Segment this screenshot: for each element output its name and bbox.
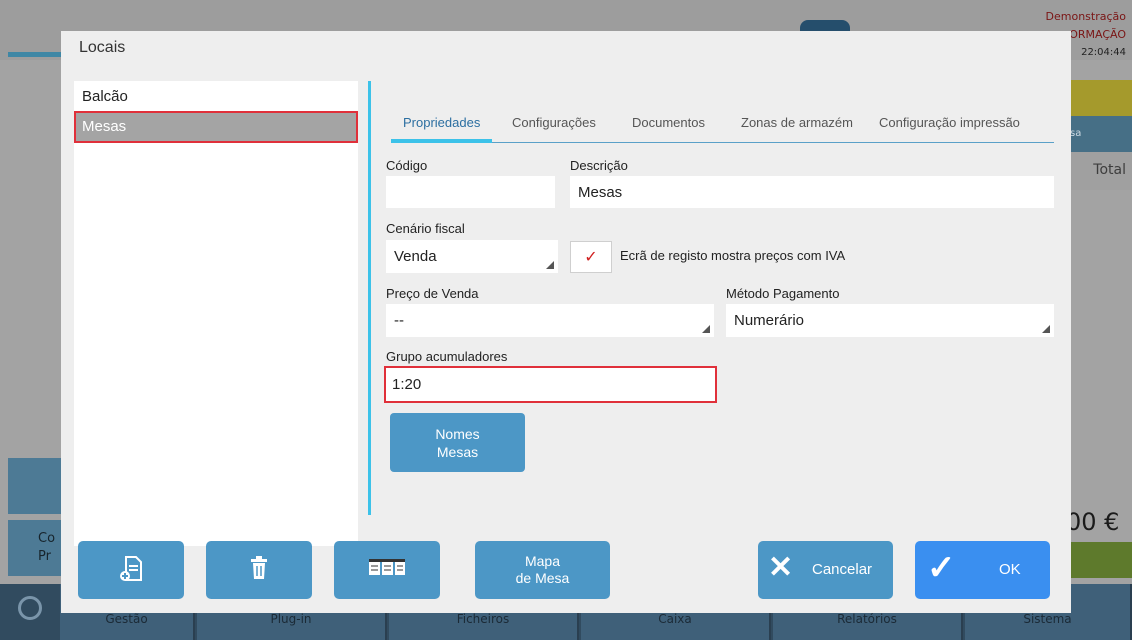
delete-location-button[interactable] — [206, 541, 312, 599]
codigo-field[interactable] — [386, 176, 555, 208]
preco-venda-select[interactable]: -- — [386, 304, 714, 337]
tab-configuracoes[interactable]: Configurações — [512, 115, 596, 130]
background-yellow-button — [1070, 80, 1132, 116]
nomes-mesas-line1: Nomes — [435, 426, 480, 442]
new-document-icon — [78, 555, 184, 590]
iva-checkbox[interactable]: ✓ — [570, 241, 612, 273]
dropdown-triangle-icon — [702, 325, 710, 333]
columns-icon — [334, 555, 440, 588]
location-item-mesas[interactable]: Mesas — [74, 111, 358, 143]
mapa-line1: Mapa — [524, 553, 561, 569]
background-side-tab: sa — [1070, 116, 1132, 152]
mapa-de-mesa-button[interactable]: Mapa de Mesa — [475, 541, 610, 599]
grupo-acumuladores-field[interactable]: 1:20 — [384, 366, 717, 403]
tab-bar: Propriedades Configurações Documentos Zo… — [391, 113, 1054, 143]
ok-label: OK — [999, 561, 1021, 578]
ok-button[interactable]: ✓ OK — [915, 541, 1050, 599]
preco-venda-label: Preço de Venda — [386, 286, 479, 301]
mapa-line2: de Mesa — [515, 570, 570, 586]
tab-configuracao-impressao[interactable]: Configuração impressão — [879, 115, 1020, 130]
background-total-header: Total — [1070, 152, 1132, 190]
dropdown-triangle-icon — [546, 261, 554, 269]
trash-icon — [206, 555, 312, 588]
tab-zonas-armazem[interactable]: Zonas de armazém — [741, 115, 853, 130]
cenario-fiscal-value: Venda — [394, 248, 437, 265]
metodo-pagamento-value: Numerário — [734, 312, 805, 329]
background-accent-line — [8, 52, 68, 57]
location-item-balcao[interactable]: Balcão — [74, 81, 358, 113]
locations-list: Balcão Mesas — [74, 81, 358, 546]
cancel-label: Cancelar — [812, 561, 873, 578]
tab-documentos[interactable]: Documentos — [632, 115, 705, 130]
nomes-mesas-line2: Mesas — [436, 444, 479, 460]
columns-button[interactable] — [334, 541, 440, 599]
dropdown-triangle-icon — [1042, 325, 1050, 333]
background-left-button — [8, 458, 68, 514]
grupo-acumuladores-label: Grupo acumuladores — [386, 349, 508, 364]
background-green-button — [1070, 542, 1132, 578]
preco-venda-value: -- — [394, 312, 404, 329]
nomes-mesas-button[interactable]: Nomes Mesas — [390, 413, 525, 472]
background-left-button-2: Co Pr — [8, 520, 68, 576]
codigo-label: Código — [386, 158, 428, 173]
side-tab-label: sa — [1070, 128, 1082, 139]
new-location-button[interactable] — [78, 541, 184, 599]
active-tab-indicator — [391, 139, 492, 143]
iva-checkbox-label: Ecrã de registo mostra preços com IVA — [620, 248, 846, 263]
close-icon: ✕ — [768, 551, 794, 584]
descricao-field[interactable]: Mesas — [570, 176, 1054, 208]
background-price: 00 € — [1066, 508, 1120, 536]
metodo-pagamento-label: Método Pagamento — [726, 286, 840, 301]
descricao-label: Descrição — [570, 158, 628, 173]
cenario-fiscal-label: Cenário fiscal — [386, 221, 465, 236]
dialog-title: Locais — [79, 39, 126, 56]
locais-dialog: Locais Balcão Mesas Propriedades Configu… — [61, 31, 1071, 613]
cancel-button[interactable]: ✕ Cancelar — [758, 541, 893, 599]
demo-label: Demonstração — [1045, 10, 1126, 23]
panel-divider — [368, 81, 371, 515]
gear-icon — [18, 596, 42, 620]
metodo-pagamento-select[interactable]: Numerário — [726, 304, 1054, 337]
cenario-fiscal-select[interactable]: Venda — [386, 240, 558, 273]
tab-propriedades[interactable]: Propriedades — [403, 115, 480, 130]
checkmark-icon: ✓ — [927, 549, 956, 587]
